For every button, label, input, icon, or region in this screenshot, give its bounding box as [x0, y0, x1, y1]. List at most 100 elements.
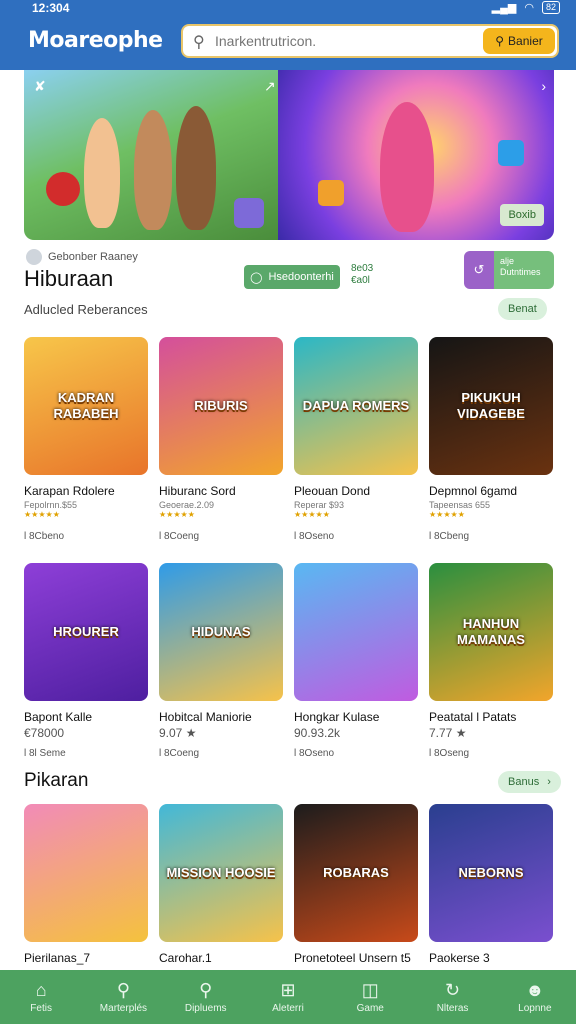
game-art-text: HROURER [53, 624, 119, 639]
search-button[interactable]: ⚲ Banier [483, 28, 555, 54]
game-subtitle: Fepolrnn.$55 [24, 500, 78, 510]
game-card[interactable]: RIBURIS Hiburanc Sord Geoerae.2.09 ★★★★★… [159, 337, 283, 542]
game-plays: l 8Oseno [294, 531, 335, 542]
game-price: 9.07 ★ [159, 726, 197, 740]
search-icon: ⚲ [116, 980, 131, 1000]
game-art-text: RIBURIS [194, 398, 248, 413]
game-price: 90.93.2k [294, 726, 341, 740]
game-card[interactable]: HROURER Bapont Kalle €78000 l 8l Seme [24, 563, 148, 759]
banner-character [176, 106, 216, 230]
game-subtitle: Tapeensas 655 [429, 500, 491, 510]
nav-label: Aleterri [272, 1003, 304, 1014]
game-title: Peatatal l Patats [429, 710, 517, 724]
status-time: 12:304 [32, 1, 70, 15]
nav-item-categories[interactable]: ⊞ Aleterri [247, 970, 329, 1024]
search-button-icon: ⚲ [495, 34, 505, 48]
game-thumbnail[interactable]: RIBURIS [159, 337, 283, 475]
game-art-text: KADRAN RABABEH [53, 390, 119, 421]
game-thumbnail[interactable]: NEBORNS [429, 804, 553, 942]
game-art-text: NEBORNS [458, 865, 524, 880]
promo-top: alje [500, 256, 515, 266]
chip-icon: ◯ [250, 271, 263, 284]
hero-banner[interactable]: ✘ ↗ › Boxib [24, 70, 554, 240]
promo-text: alje Dutntimes [494, 251, 554, 289]
section2-title: Pikaran [24, 770, 89, 791]
game-title: Hongkar Kulase [294, 710, 380, 724]
nav-label: Lopnne [518, 1003, 552, 1014]
game-thumbnail[interactable]: DAPUA ROMERS [294, 337, 418, 475]
game-card[interactable]: HIDUNAS Hobitcal Maniorie 9.07 ★ l 8Coen… [159, 563, 283, 759]
game-card[interactable]: PIKUKUH VIDAGEBE Depmnol 6gamd Tapeensas… [429, 337, 553, 542]
user-icon: ☻ [525, 980, 545, 1000]
game-subtitle: Reperar $93 [294, 500, 345, 510]
game-card[interactable]: MISSION HOOSIE Carohar.1 [159, 804, 283, 965]
game-thumbnail[interactable]: MISSION HOOSIE [159, 804, 283, 942]
game-thumbnail[interactable]: HIDUNAS [159, 563, 283, 701]
filter-chip[interactable]: ◯ Hsedoonterhi [244, 265, 340, 289]
game-title: Hobitcal Maniorie [159, 710, 252, 724]
game-thumbnail[interactable]: ROBARAS [294, 804, 418, 942]
wifi-icon: ◠ [524, 2, 534, 14]
search-bar[interactable]: ⚲ ⚲ Banier [181, 24, 559, 58]
banner-dice [234, 198, 264, 228]
nav-item-profile[interactable]: ☻ Lopnne [494, 970, 576, 1024]
game-thumbnail[interactable]: HANHUN MAMANAS [429, 563, 553, 701]
game-card[interactable]: NEBORNS Paokerse 3 [429, 804, 553, 965]
game-card[interactable]: Hongkar Kulase 90.93.2k l 8Oseno [294, 563, 418, 759]
banner-dice [318, 180, 344, 206]
nav-item-updates[interactable]: ↻ Nlteras [411, 970, 493, 1024]
nav-label: Marterplés [99, 1003, 148, 1014]
rating-stars: ★★★★★ [24, 510, 60, 519]
game-title: Pierilanas_7 [24, 951, 91, 965]
grid-icon: ⊞ [280, 980, 296, 1000]
game-plays: l 8l Seme [24, 748, 66, 759]
home-icon: ⌂ [35, 980, 47, 1000]
game-card[interactable]: DAPUA ROMERS Pleouan Dond Reperar $93 ★★… [294, 337, 418, 542]
promo-button[interactable]: ↺ alje Dutntimes [464, 251, 554, 289]
game-title: Hiburanc Sord [159, 484, 236, 498]
game-thumbnail[interactable]: HROURER [24, 563, 148, 701]
game-art-text [82, 869, 90, 877]
game-price: €78000 [24, 726, 65, 740]
banner-left-icon[interactable]: ✘ [34, 78, 46, 95]
nav-label: Dipluems [184, 1003, 227, 1014]
promo-icon: ↺ [464, 251, 494, 289]
game-thumbnail[interactable] [24, 804, 148, 942]
game-card[interactable]: ROBARAS Pronetoteel Unsern t5 [294, 804, 418, 965]
banner-character [84, 118, 120, 228]
game-card[interactable]: HANHUN MAMANAS Peatatal l Patats 7.77 ★ … [429, 563, 553, 759]
app-logo[interactable]: Moareophe [28, 28, 163, 53]
game-thumbnail[interactable] [294, 563, 418, 701]
search-input[interactable] [215, 31, 475, 51]
section-meta: Gebonber Raaney [26, 249, 138, 265]
section2-more-button[interactable]: Banus › [498, 771, 561, 793]
status-icons: ▂▄▆ ◠ 82 [492, 1, 560, 14]
game-card[interactable]: Pierilanas_7 [24, 804, 148, 965]
section-subtitle: Adlucled Reberances [24, 302, 148, 317]
status-bar: 12:304 ▂▄▆ ◠ 82 [0, 0, 576, 18]
banner-image-left [24, 70, 278, 240]
banner-next-icon[interactable]: › [541, 78, 546, 94]
nav-item-explore[interactable]: ⚲ Dipluems [165, 970, 247, 1024]
section-more-button[interactable]: Benat [498, 298, 547, 320]
game-art-text: HIDUNAS [191, 624, 251, 639]
game-thumbnail[interactable]: PIKUKUH VIDAGEBE [429, 337, 553, 475]
banner-character [134, 110, 172, 230]
nav-label: Game [356, 1003, 384, 1014]
game-card[interactable]: KADRAN RABABEH Karapan Rdolere Fepolrnn.… [24, 337, 148, 542]
game-title: Carohar.1 [159, 951, 212, 965]
banner-expand-icon[interactable]: ↗ [264, 78, 276, 95]
banner-tag[interactable]: Boxib [500, 204, 544, 226]
nav-item-marketplace[interactable]: ⚲ Marterplés [82, 970, 164, 1024]
game-plays: l 8Cbeng [429, 531, 470, 542]
mini-stat: 8e03 €a0l [351, 263, 373, 287]
more-label: Benat [508, 303, 537, 315]
game-price: 7.77 ★ [429, 726, 467, 740]
game-title: Pronetoteel Unsern t5 [294, 951, 411, 965]
game-thumbnail[interactable]: KADRAN RABABEH [24, 337, 148, 475]
search-icon: ⚲ [193, 34, 205, 51]
search-button-label: Banier [508, 34, 543, 48]
nav-item-home[interactable]: ⌂ Fetis [0, 970, 82, 1024]
game-plays: l 8Oseng [429, 748, 470, 759]
nav-item-game[interactable]: ◫ Game [329, 970, 411, 1024]
